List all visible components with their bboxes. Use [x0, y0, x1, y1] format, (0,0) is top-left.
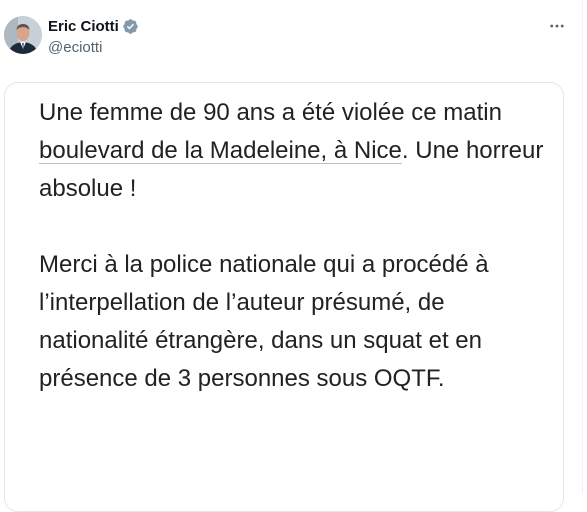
name-row: Eric Ciotti	[48, 18, 139, 35]
location-link[interactable]: boulevard de la Madeleine, à Nice	[39, 137, 402, 164]
avatar[interactable]	[4, 16, 42, 54]
paragraph-1: Une femme de 90 ans a été violée ce mati…	[39, 94, 544, 208]
more-horizontal-icon	[550, 24, 564, 28]
verified-badge-icon	[122, 18, 139, 35]
paragraph-1-start: Une femme de 90 ans a été violée ce mati…	[39, 99, 502, 126]
display-name[interactable]: Eric Ciotti	[48, 18, 119, 35]
handle[interactable]: @eciotti	[48, 39, 102, 56]
tweet-text: Une femme de 90 ans a été violée ce mati…	[39, 94, 544, 398]
more-options-button[interactable]	[545, 14, 569, 38]
tweet-header: Eric Ciotti @eciotti	[0, 0, 587, 80]
avatar-image	[4, 16, 42, 54]
paragraph-2: Merci à la police nationale qui a procéd…	[39, 251, 489, 392]
